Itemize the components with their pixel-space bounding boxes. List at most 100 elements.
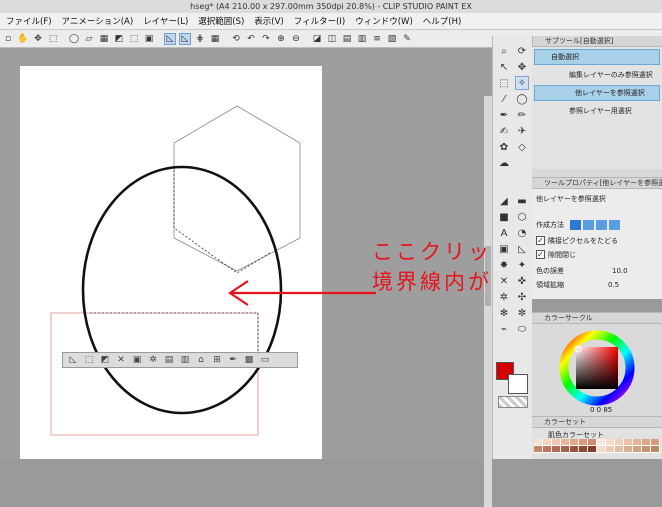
shrink-icon[interactable]: ✲ <box>147 354 159 366</box>
clear-outside-icon[interactable]: ⬚ <box>83 354 95 366</box>
flip-icon[interactable]: ⊕ <box>275 33 287 45</box>
transparent-color[interactable] <box>498 396 528 408</box>
copy-paste-icon[interactable]: ▤ <box>163 354 175 366</box>
bucket-tool-icon[interactable]: ⬭ <box>515 322 529 336</box>
subtool-list: 自動選択 編集レイヤーのみ参照選択 他レイヤーを参照選択 参照レイヤー用選択 <box>532 47 662 169</box>
scale-icon[interactable]: ⊞ <box>211 354 223 366</box>
menu-window[interactable]: ウィンドウ(W) <box>355 15 413 27</box>
brush-icon[interactable]: ✎ <box>401 33 413 45</box>
follow-adjacent-row[interactable]: ✓ 隣接ピクセルをたどる <box>532 234 662 247</box>
vector-tool-icon[interactable]: ✦ <box>515 258 529 272</box>
3d-tool-icon[interactable]: ✼ <box>515 306 529 320</box>
canvas-vertical-scrollbar[interactable] <box>484 96 492 507</box>
eyedropper-tool-icon[interactable]: ⁄ <box>497 92 511 106</box>
rotate-right-icon[interactable]: ↷ <box>260 33 272 45</box>
object-tool-icon[interactable]: ✣ <box>515 290 529 304</box>
menu-filter[interactable]: フィルター(I) <box>294 15 345 27</box>
blend-tool-icon[interactable]: ☁ <box>497 156 511 170</box>
pen-tool-icon[interactable]: ✒ <box>497 108 511 122</box>
pencil-tool-icon[interactable]: ✏ <box>515 108 529 122</box>
subtool-group[interactable]: 自動選択 <box>534 49 660 65</box>
tone-icon[interactable]: ▩ <box>243 354 255 366</box>
settings-icon[interactable]: ▭ <box>259 354 271 366</box>
text-tool-icon[interactable]: A <box>497 226 511 240</box>
ruler-icon[interactable]: ▧ <box>386 33 398 45</box>
menu-view[interactable]: 表示(V) <box>254 15 283 27</box>
fill-tool-icon[interactable]: ◢ <box>497 194 511 208</box>
subtool-item[interactable]: 参照レイヤー用選択 <box>534 103 660 119</box>
method-intersect-selection-icon[interactable] <box>609 219 620 230</box>
lock-icon[interactable]: ▤ <box>341 33 353 45</box>
cut-paste-icon[interactable]: ▥ <box>179 354 191 366</box>
decoration-tool-icon[interactable]: ✿ <box>497 140 511 154</box>
flip-vertical-icon[interactable]: ⊖ <box>290 33 302 45</box>
expand-icon[interactable]: ▣ <box>131 354 143 366</box>
layer-icon[interactable]: ◪ <box>311 33 323 45</box>
snap-special-ruler-icon[interactable]: ◺ <box>179 32 191 45</box>
method-subtract-selection-icon[interactable] <box>596 219 607 230</box>
menu-selection[interactable]: 選択範囲(S) <box>198 15 244 27</box>
zoom-tool-icon[interactable]: ⌕ <box>497 44 511 58</box>
lasso-icon[interactable]: ◯ <box>68 33 80 45</box>
auto-select-tool-icon[interactable]: ✧ <box>515 76 529 90</box>
color-margin-value[interactable]: 10.0 <box>612 267 628 275</box>
frame-tool-icon[interactable]: ▣ <box>497 242 511 256</box>
rotate-left-icon[interactable]: ↶ <box>245 33 257 45</box>
deselect-icon[interactable]: ⬚ <box>128 33 140 45</box>
rotate-tool-icon[interactable]: ⟳ <box>515 44 529 58</box>
hand-tool-icon[interactable]: ⌁ <box>497 322 511 336</box>
erase-selection-icon[interactable]: ▱ <box>83 33 95 45</box>
sub-drawing-color[interactable] <box>508 374 528 394</box>
eraser-tool-icon[interactable]: ◇ <box>515 140 529 154</box>
subtool-item[interactable]: 他レイヤーを参照選択 <box>534 85 660 101</box>
balloon-tool-icon[interactable]: ◔ <box>515 226 529 240</box>
invert-selection-icon[interactable]: ◩ <box>113 33 125 45</box>
fill-icon[interactable]: ▦ <box>98 33 110 45</box>
color-swatches[interactable] <box>534 439 660 460</box>
snap-grid-icon[interactable]: ⋕ <box>194 33 206 45</box>
subtool-item[interactable]: 編集レイヤーのみ参照選択 <box>534 67 660 83</box>
fill-selection-icon[interactable]: ✕ <box>115 354 127 366</box>
color-wheel[interactable] <box>532 324 662 416</box>
menu-animation[interactable]: アニメーション(A) <box>62 15 134 27</box>
operation-tool-icon[interactable]: ↖ <box>497 60 511 74</box>
reference-layer-icon[interactable]: ◫ <box>326 33 338 45</box>
move-icon[interactable]: ✥ <box>32 33 44 45</box>
move-layer-tool-icon[interactable]: ✥ <box>515 60 529 74</box>
brush-tool-icon[interactable]: ✍ <box>497 124 511 138</box>
selection-transform-icon[interactable]: ⬚ <box>47 33 59 45</box>
lasso-tool-icon[interactable]: ⬚ <box>497 76 511 90</box>
color-layer-icon[interactable]: ≡ <box>371 33 383 45</box>
snap-ruler-icon[interactable]: ◺ <box>164 32 176 45</box>
grid-icon[interactable]: ▦ <box>209 33 221 45</box>
method-new-selection-icon[interactable] <box>570 219 581 230</box>
transform-icon[interactable]: ⌂ <box>195 354 207 366</box>
clear-selection-icon[interactable]: ◺ <box>67 354 79 366</box>
lasso-shape-tool-icon[interactable]: ◯ <box>515 92 529 106</box>
gradient-tool-icon[interactable]: ▬ <box>515 194 529 208</box>
camera-tool-icon[interactable]: ✲ <box>497 290 511 304</box>
figure-tool-icon[interactable]: ■ <box>497 210 511 224</box>
ruler-tool-icon[interactable]: ◺ <box>515 242 529 256</box>
method-add-selection-icon[interactable] <box>583 219 594 230</box>
rotate-icon[interactable]: ⟲ <box>230 33 242 45</box>
line-correct-tool-icon[interactable]: ✸ <box>497 258 511 272</box>
figure-ruler-icon[interactable]: ✻ <box>497 306 511 320</box>
expand-value[interactable]: 0.5 <box>608 281 619 289</box>
menu-file[interactable]: ファイル(F) <box>6 15 52 27</box>
puppet-tool-icon[interactable]: ✜ <box>515 274 529 288</box>
polygon-tool-icon[interactable]: ⬡ <box>515 210 529 224</box>
airbrush-tool-icon[interactable]: ✈ <box>515 124 529 138</box>
expand-selection-icon[interactable]: ▣ <box>143 33 155 45</box>
new-file-icon[interactable]: ▫ <box>2 33 14 45</box>
menu-help[interactable]: ヘルプ(H) <box>423 15 462 27</box>
model-tool-icon[interactable]: ✕ <box>497 274 511 288</box>
palette-icon[interactable]: ▥ <box>356 33 368 45</box>
stamp-icon[interactable]: ✒ <box>227 354 239 366</box>
menu-layer[interactable]: レイヤー(L) <box>143 15 188 27</box>
hand-icon[interactable]: ✋ <box>17 33 29 45</box>
close-gap-checkbox[interactable]: ✓ <box>536 250 545 259</box>
close-gap-row[interactable]: ✓ 隙間閉じ <box>532 248 662 261</box>
invert-icon[interactable]: ◩ <box>99 354 111 366</box>
follow-adjacent-checkbox[interactable]: ✓ <box>536 236 545 245</box>
